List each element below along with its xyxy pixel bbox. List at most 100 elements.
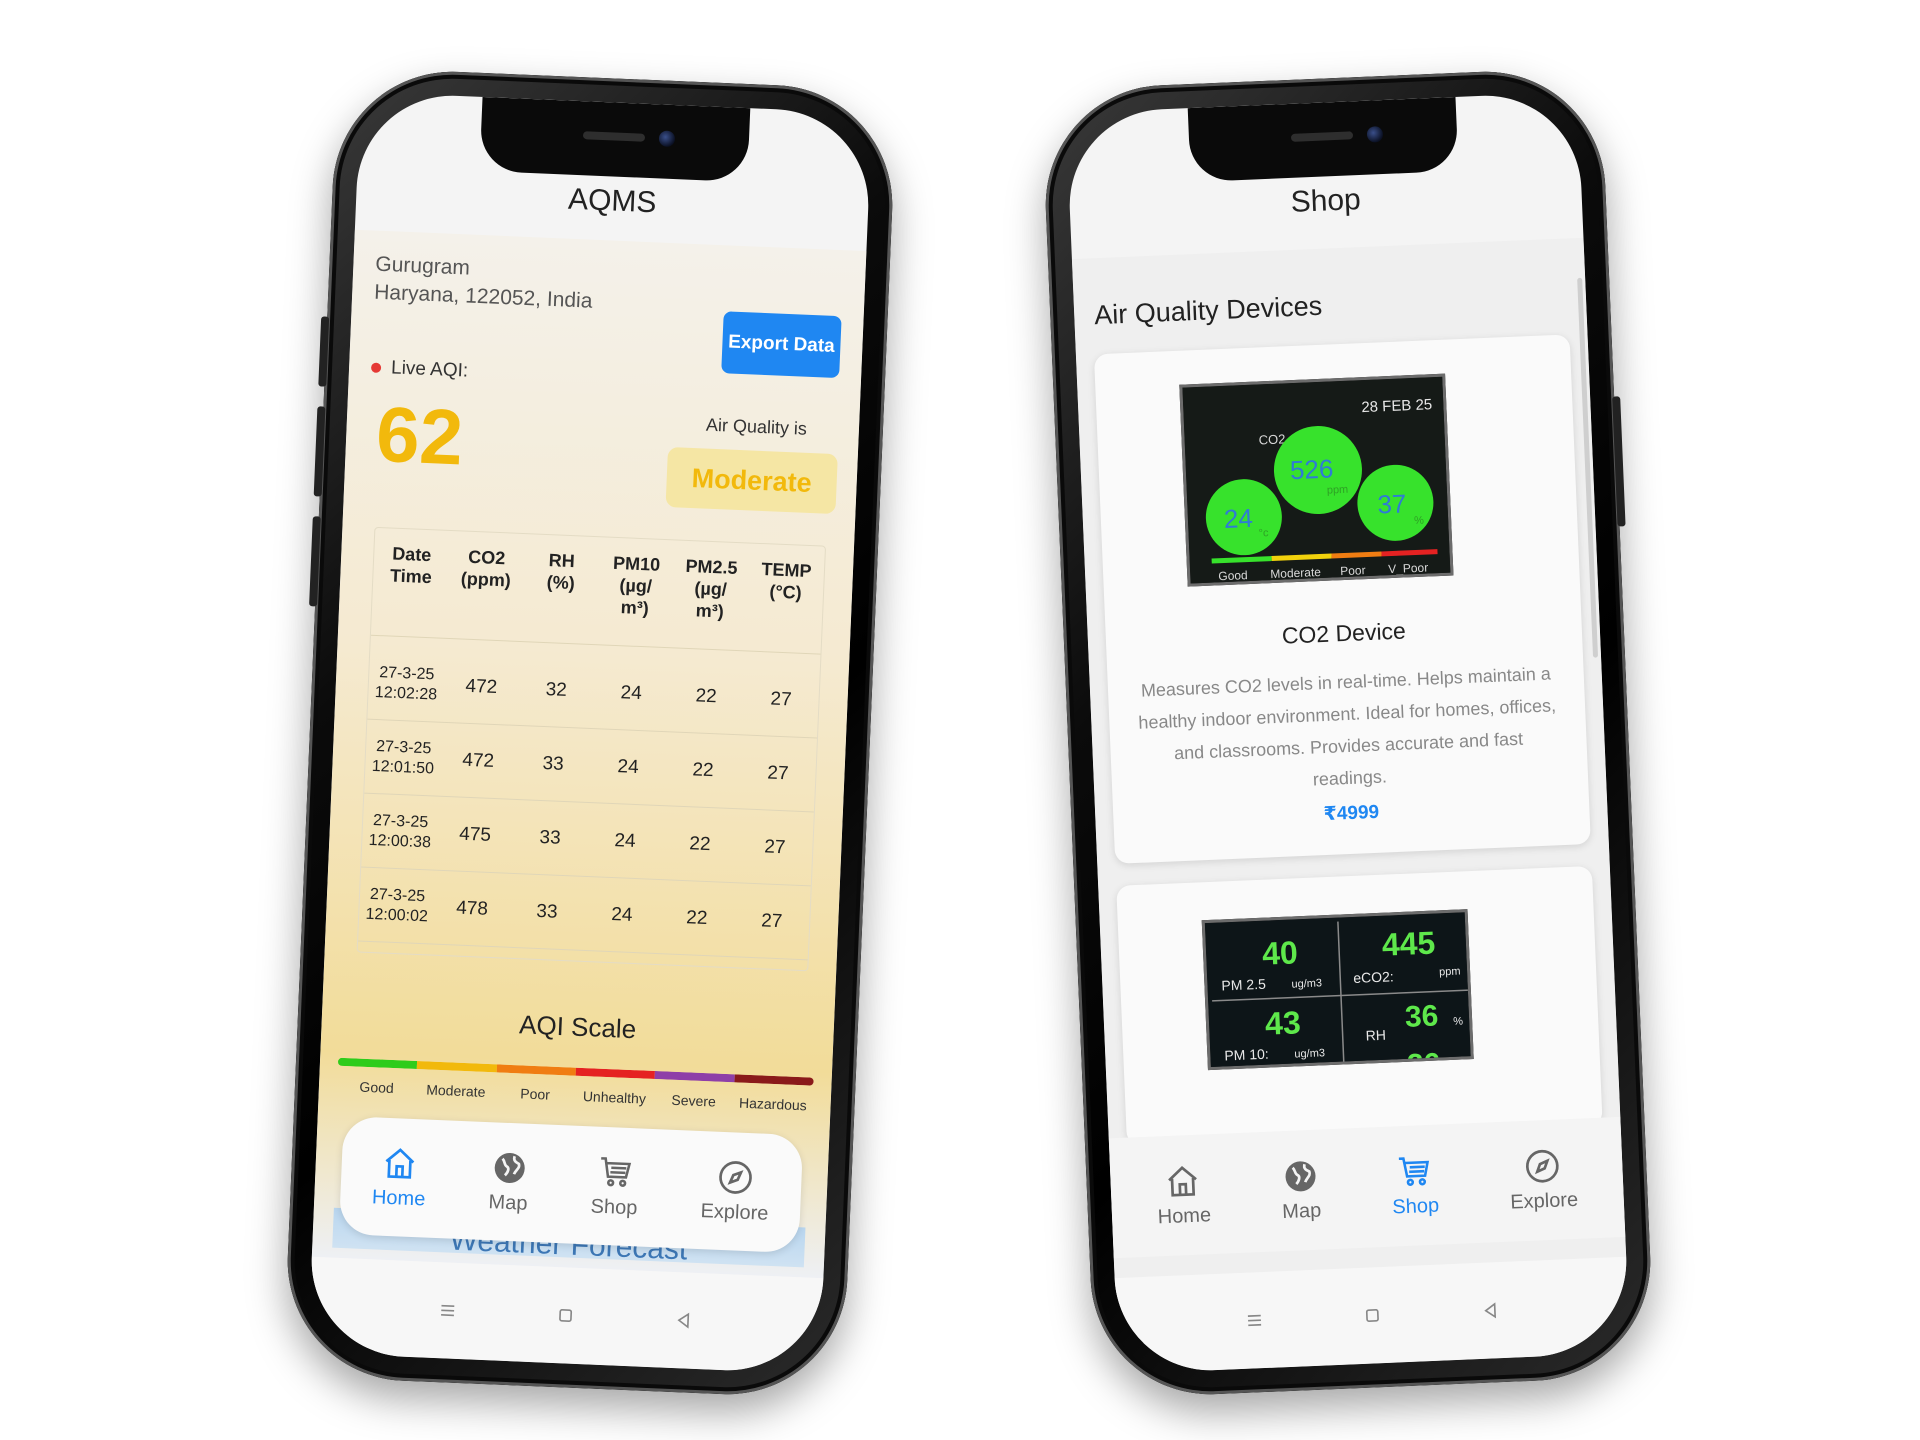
home-content: Gurugram Haryana, 122052, India Export D… — [311, 229, 867, 1279]
cell-date: 27-3-25 — [372, 811, 429, 831]
cell-rh: 33 — [542, 752, 565, 775]
column-header-line: m³) — [620, 597, 650, 619]
home-square-icon[interactable] — [554, 1304, 577, 1327]
column-header: CO2 (ppm) — [446, 545, 525, 641]
speaker — [582, 131, 646, 142]
cell-datetime: 27-3-25 12:02:28 — [367, 646, 445, 722]
device-eco2-value: 445 — [1381, 925, 1436, 963]
cell-pm10: 24 — [610, 903, 633, 926]
camera — [1366, 126, 1384, 143]
aqi-scale-title: AQI Scale — [518, 1009, 637, 1045]
home-square-icon[interactable] — [1361, 1304, 1384, 1327]
device-pm25-label: PM 2.5 — [1221, 976, 1266, 994]
pm-device-screen: 40 PM 2.5 ug/m3 445 eCO2: ppm 43 PM 10: … — [1204, 912, 1474, 1071]
column-header-line: m³) — [695, 600, 725, 622]
cell-time: 12:01:50 — [371, 757, 435, 777]
product-card[interactable]: 28 FEB 25 CO2 526 ppm 24 °c 37 % Good Mo… — [1093, 334, 1591, 864]
device-eco2-unit: ppm — [1439, 966, 1461, 979]
nav-shop[interactable]: Shop — [590, 1153, 639, 1220]
column-header-line: (°C) — [769, 581, 803, 603]
column-header: TEMP (°C) — [746, 558, 825, 654]
cell-time: 12:02:28 — [374, 683, 438, 704]
home-icon — [1168, 1165, 1198, 1197]
column-header-line: Date — [391, 543, 432, 566]
compass-icon — [1526, 1149, 1560, 1183]
location: Gurugram Haryana, 122052, India — [374, 251, 594, 316]
device-rh-unit: % — [1414, 515, 1424, 527]
device-pm25-unit: ug/m3 — [1291, 977, 1322, 990]
phone-home: AQMS Gurugram Haryana, 122052, India Exp… — [282, 66, 898, 1400]
co2-device-image: 28 FEB 25 CO2 526 ppm 24 °c 37 % Good Mo… — [1179, 373, 1454, 587]
live-dot-icon — [370, 362, 382, 373]
column-header-line: (ppm) — [460, 568, 512, 591]
nav-map[interactable]: Map — [488, 1149, 530, 1216]
scale-segment — [654, 1071, 735, 1083]
cell-pm25: 22 — [695, 684, 718, 707]
back-icon[interactable] — [1479, 1299, 1502, 1322]
device-scale-vpoor: V_Poor — [1388, 561, 1429, 577]
column-header-line: RH — [548, 550, 576, 572]
scale-segment — [337, 1057, 418, 1070]
cell-date: 27-3-25 — [369, 885, 426, 905]
scale-segment — [496, 1064, 576, 1076]
export-data-button[interactable]: Export Data — [721, 311, 842, 379]
nav-home[interactable]: Home — [372, 1144, 428, 1211]
nav-home-label: Home — [371, 1185, 426, 1211]
device-scale-good: Good — [1218, 568, 1248, 583]
cell-pm10: 24 — [614, 829, 637, 852]
scale-label: Poor — [520, 1085, 551, 1103]
aqi-scale-labels: Good Moderate Poor Unhealthy Severe Hazardous — [337, 1078, 813, 1114]
menu-icon[interactable] — [436, 1299, 459, 1322]
air-quality-label: Air Quality is — [705, 414, 808, 439]
nav-home[interactable]: Home — [1156, 1162, 1212, 1229]
menu-icon[interactable] — [1243, 1309, 1266, 1332]
nav-shop-label: Shop — [590, 1194, 638, 1219]
device-rh-label: RH — [1365, 1027, 1386, 1044]
cell-temp: 27 — [766, 761, 789, 784]
product-description: Measures CO2 levels in real-time. Helps … — [1138, 663, 1557, 790]
cell-temp: 27 — [770, 688, 793, 710]
readings-table: Date Time CO2 (ppm) RH (%) PM10 (µg/m³) PM2.5 (µg… — [356, 526, 827, 972]
cell-pm10: 24 — [620, 681, 643, 704]
cell-datetime: 27-3-25 12:00:02 — [358, 868, 436, 944]
nav-explore-label: Explore — [700, 1199, 769, 1225]
bottom-nav: Home Map Shop Explore — [338, 1116, 804, 1254]
product-card[interactable]: 40 PM 2.5 ug/m3 445 eCO2: ppm 43 PM 10: … — [1116, 865, 1603, 1146]
nav-shop[interactable]: Shop — [1390, 1152, 1440, 1219]
notch — [479, 96, 751, 183]
device-co2-unit: ppm — [1327, 484, 1349, 497]
column-header-line: (%) — [546, 572, 576, 594]
scale-label: Good — [359, 1078, 395, 1097]
device-scale-moderate: Moderate — [1270, 565, 1322, 581]
table-header: Date Time CO2 (ppm) RH (%) PM10 (µg/m³) PM2.5 (µg… — [370, 541, 825, 655]
pm-device-image: 40 PM 2.5 ug/m3 445 eCO2: ppm 43 PM 10: … — [1201, 909, 1474, 1071]
column-header: RH (%) — [521, 548, 600, 644]
cell-rh: 32 — [545, 678, 568, 701]
cart-icon — [601, 1156, 632, 1187]
scale-segment — [575, 1067, 656, 1080]
live-aqi-label: Live AQI: — [370, 357, 469, 383]
nav-explore[interactable]: Explore — [700, 1158, 770, 1226]
page-title: Shop — [1289, 183, 1362, 219]
nav-explore[interactable]: Explore — [1508, 1146, 1579, 1214]
device-scale-poor: Poor — [1340, 563, 1366, 578]
device-rh-value: 37 — [1377, 488, 1407, 519]
scale-segment — [417, 1061, 497, 1073]
compass-icon — [719, 1160, 753, 1194]
nav-map[interactable]: Map — [1280, 1157, 1322, 1224]
column-header: Date Time — [371, 542, 450, 638]
cell-pm25: 22 — [692, 758, 715, 781]
device-extra-value: 26 — [1406, 1047, 1441, 1070]
column-header-line: (µg/ — [619, 575, 653, 597]
device-co2-value: 526 — [1289, 453, 1334, 485]
back-icon[interactable] — [672, 1309, 695, 1332]
page-title: AQMS — [567, 182, 658, 220]
volume-up-button — [313, 406, 326, 497]
scale-label: Moderate — [426, 1081, 486, 1100]
shop-content: Air Quality Devices 28 FEB 25 CO2 526 pp… — [1071, 237, 1627, 1279]
system-nav-bar — [1114, 1256, 1631, 1375]
cell-co2: 472 — [465, 675, 498, 698]
device-co2-label: CO2 — [1258, 431, 1285, 447]
device-pm10-value: 43 — [1264, 1004, 1301, 1041]
nav-shop-label: Shop — [1391, 1194, 1440, 1219]
